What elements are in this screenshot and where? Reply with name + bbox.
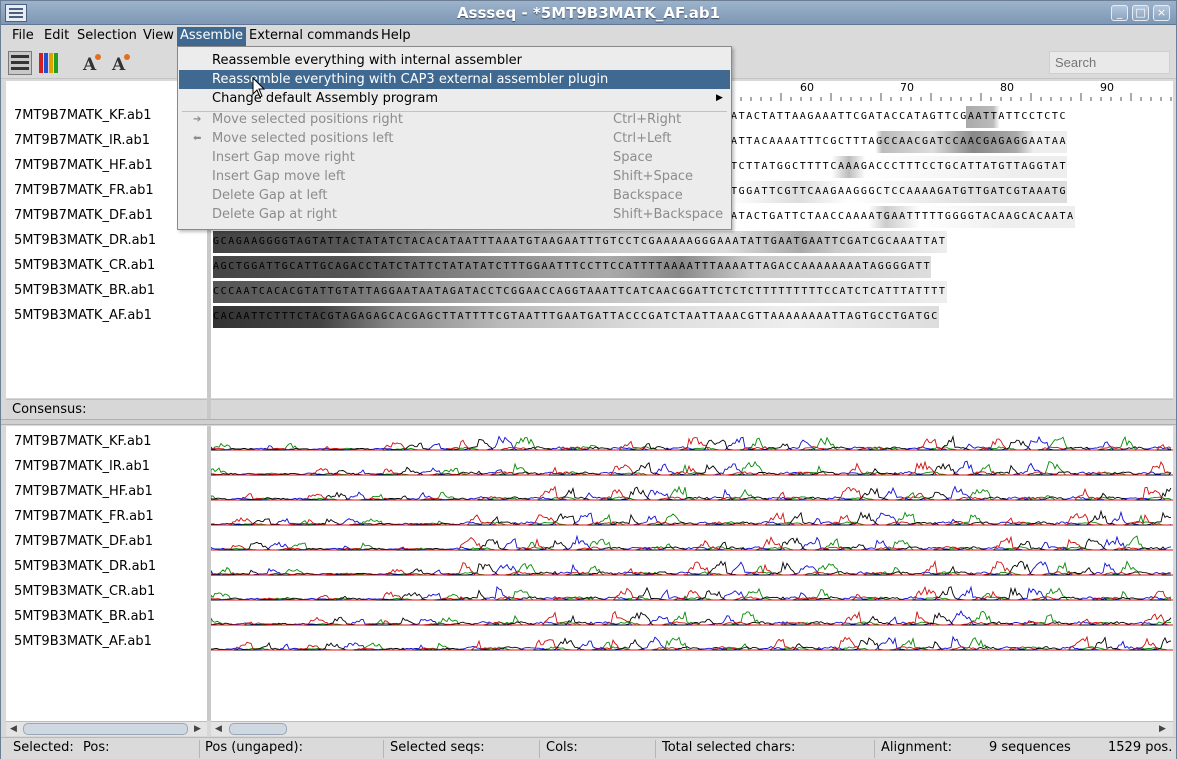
minimize-icon[interactable]: _ xyxy=(1111,5,1128,21)
svg-text:A: A xyxy=(111,55,126,75)
status-cols: Cols: xyxy=(546,740,578,755)
scroll-left-icon[interactable]: ◀ xyxy=(10,722,17,736)
ruler-label: 60 xyxy=(800,81,814,94)
sequence-row[interactable]: TGGATTCGTTCAAGAAGGGCTCCAAAAGATGTTGATCGTA… xyxy=(731,181,1068,203)
svg-text:A: A xyxy=(82,55,97,75)
sequence-row[interactable]: ATACTGATTCTAACCAAAATGAATTTTTGGGGTACAAGCA… xyxy=(731,206,1075,228)
menu-selection[interactable]: Selection xyxy=(74,27,140,46)
title-bar[interactable]: Assseq - *5MT9B3MATK_AF.ab1 _ □ × xyxy=(1,1,1176,25)
font-decrease-icon[interactable]: A xyxy=(108,51,132,75)
mouse-cursor-icon xyxy=(252,77,266,98)
menu-view[interactable]: View xyxy=(140,27,177,46)
chrom-name[interactable]: 7MT9B7MATK_IR.ab1 xyxy=(14,459,150,474)
app-window: Assseq - *5MT9B3MATK_AF.ab1 _ □ × File E… xyxy=(0,0,1177,759)
seq-name[interactable]: 7MT9B7MATK_HF.ab1 xyxy=(14,158,153,173)
sequence-row[interactable]: CCCAATCACACGTATTGTATTAGGAATAATAGATACCTCG… xyxy=(213,281,947,303)
divider xyxy=(199,740,200,758)
scroll-right-icon[interactable]: ▶ xyxy=(194,722,201,736)
maximize-icon[interactable]: □ xyxy=(1132,5,1149,21)
color-mode-icon[interactable] xyxy=(37,51,61,75)
status-sequences: 9 sequences xyxy=(989,740,1071,755)
menu-bar: File Edit Selection View Assemble Extern… xyxy=(1,25,1176,46)
chrom-name[interactable]: 5MT9B3MATK_AF.ab1 xyxy=(14,634,152,649)
close-icon[interactable]: × xyxy=(1153,5,1170,21)
chrom-name[interactable]: 5MT9B3MATK_BR.ab1 xyxy=(14,609,155,624)
view-mode-icon[interactable] xyxy=(8,51,32,75)
menu-item-reassemble-internal[interactable]: Reassemble everything with internal asse… xyxy=(179,51,730,70)
ruler-label: 80 xyxy=(1000,81,1014,94)
chrom-name[interactable]: 7MT9B7MATK_HF.ab1 xyxy=(14,484,153,499)
menu-item-move-right[interactable]: ➔ Move selected positions right Ctrl+Right xyxy=(179,110,730,129)
menu-item-insert-gap-right[interactable]: Insert Gap move right Space xyxy=(179,148,730,167)
menu-file[interactable]: File xyxy=(9,27,37,46)
seq-name[interactable]: 7MT9B7MATK_IR.ab1 xyxy=(14,133,150,148)
ruler-label: 90 xyxy=(1100,81,1114,94)
chromatogram-trace xyxy=(211,636,1172,651)
chromatogram-trace xyxy=(211,460,1172,476)
window-title: Assseq - *5MT9B3MATK_AF.ab1 xyxy=(456,4,721,22)
consensus-row[interactable] xyxy=(211,399,1173,419)
horizontal-splitter[interactable] xyxy=(1,419,1176,425)
menu-item-delete-gap-left[interactable]: Delete Gap at left Backspace xyxy=(179,186,730,205)
menu-item-move-left[interactable]: ⬅ Move selected positions left Ctrl+Left xyxy=(179,129,730,148)
status-selected: Selected: xyxy=(13,740,74,755)
status-alignment: Alignment: xyxy=(881,740,952,755)
status-pos: Pos: xyxy=(83,740,110,755)
menu-help[interactable]: Help xyxy=(378,27,414,46)
chromatogram-trace xyxy=(211,437,1172,451)
seq-name[interactable]: 7MT9B7MATK_FR.ab1 xyxy=(14,183,154,198)
arrow-left-icon: ⬅ xyxy=(193,133,202,144)
seq-name[interactable]: 5MT9B3MATK_DR.ab1 xyxy=(14,233,156,248)
menu-item-delete-gap-right[interactable]: Delete Gap at right Shift+Backspace xyxy=(179,205,730,224)
divider xyxy=(655,740,656,758)
seq-name[interactable]: 5MT9B3MATK_BR.ab1 xyxy=(14,283,155,298)
divider xyxy=(383,740,384,758)
chromatogram-names-panel: 7MT9B7MATK_KF.ab1 7MT9B7MATK_IR.ab1 7MT9… xyxy=(6,426,207,721)
font-increase-icon[interactable]: A xyxy=(79,51,103,75)
scroll-thumb[interactable] xyxy=(23,723,188,735)
alignment-scrollbar[interactable]: ◀ ▶ xyxy=(211,721,1173,736)
menu-assemble[interactable]: Assemble xyxy=(177,27,246,46)
ruler-label: 70 xyxy=(900,81,914,94)
scroll-left-icon[interactable]: ◀ xyxy=(215,722,222,736)
sequence-row[interactable]: CACAATTCTTTCTACGTAGAGAGCACGAGCTTATTTTCGT… xyxy=(213,306,939,328)
divider xyxy=(539,740,540,758)
chromatogram-trace xyxy=(211,535,1171,551)
chromatogram-traces xyxy=(211,435,1173,651)
submenu-arrow-icon: ▶ xyxy=(716,93,723,103)
sequence-row[interactable]: TCTTATGGCTTTTCAAAGACCCTTTCCTGCATTATGTTAG… xyxy=(731,156,1068,178)
seq-name[interactable]: 5MT9B3MATK_CR.ab1 xyxy=(14,258,155,273)
seq-name[interactable]: 7MT9B7MATK_KF.ab1 xyxy=(14,108,152,123)
status-bar: Selected: Pos: Pos (ungaped): Selected s… xyxy=(1,737,1176,759)
sequence-row[interactable]: ATACTATTAAGAAATTCGATACCATAGTTCGAATTATTCC… xyxy=(731,106,1068,128)
assemble-menu: Reassemble everything with internal asse… xyxy=(177,46,732,230)
chrom-name[interactable]: 5MT9B3MATK_CR.ab1 xyxy=(14,584,155,599)
sequence-row[interactable]: GCAGAAGGGGTAGTATTACTATATCTACACATAATTTAAA… xyxy=(213,231,947,253)
scroll-right-icon[interactable]: ▶ xyxy=(1159,722,1166,736)
divider xyxy=(874,740,875,758)
status-pos-ungaped: Pos (ungaped): xyxy=(205,740,303,755)
chromatogram-panel[interactable] xyxy=(211,426,1173,721)
arrow-right-icon: ➔ xyxy=(193,114,202,125)
menu-external-commands[interactable]: External commands xyxy=(246,27,382,46)
names-scrollbar[interactable]: ◀ ▶ xyxy=(6,721,207,736)
consensus-label: Consensus: xyxy=(6,399,207,419)
search-input[interactable] xyxy=(1049,51,1170,74)
menu-item-insert-gap-left[interactable]: Insert Gap move left Shift+Space xyxy=(179,167,730,186)
seq-name[interactable]: 5MT9B3MATK_AF.ab1 xyxy=(14,308,152,323)
sequence-row[interactable]: AGCTGGATTGCATTGCAGACCTATCTATTCTATATATCTT… xyxy=(213,256,932,278)
seq-name[interactable]: 7MT9B7MATK_DF.ab1 xyxy=(14,208,153,223)
status-positions: 1529 pos. xyxy=(1108,740,1173,755)
menu-edit[interactable]: Edit xyxy=(41,27,72,46)
chrom-name[interactable]: 7MT9B7MATK_DF.ab1 xyxy=(14,534,153,549)
chromatogram-trace xyxy=(211,460,1171,476)
chrom-name[interactable]: 7MT9B7MATK_KF.ab1 xyxy=(14,434,152,449)
sequence-row[interactable]: ATTACAAAATTTCGCTTTAGCCAACGATCCAACGAGAGGA… xyxy=(731,131,1068,153)
scroll-thumb[interactable] xyxy=(229,723,287,735)
status-total: Total selected chars: xyxy=(662,740,796,755)
chrom-name[interactable]: 7MT9B7MATK_FR.ab1 xyxy=(14,509,154,524)
chrom-name[interactable]: 5MT9B3MATK_DR.ab1 xyxy=(14,559,156,574)
status-selected-seqs: Selected seqs: xyxy=(390,740,485,755)
